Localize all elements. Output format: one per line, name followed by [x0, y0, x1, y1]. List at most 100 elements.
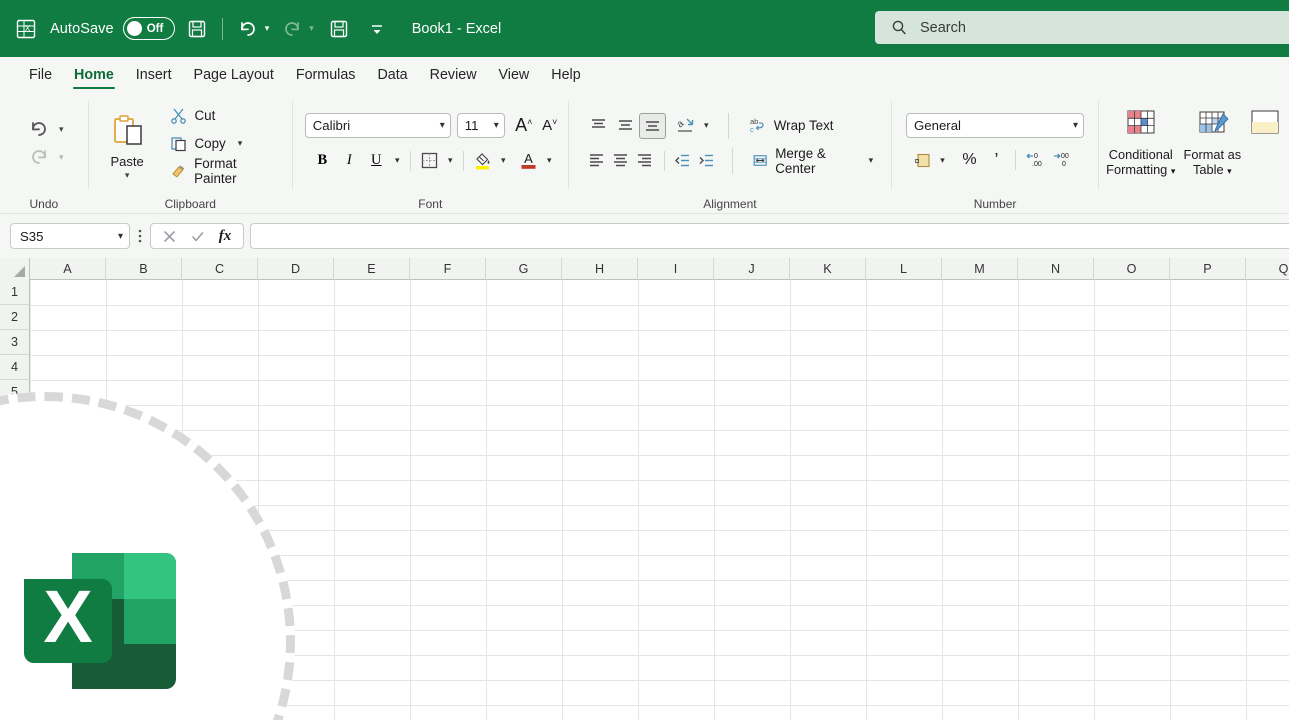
increase-indent-button[interactable] — [694, 148, 718, 174]
formula-bar-options-button[interactable] — [130, 228, 150, 244]
row-header-4[interactable]: 4 — [0, 355, 30, 380]
row-header-2[interactable]: 2 — [0, 305, 30, 330]
merge-center-button[interactable]: Merge & Center ▾ — [746, 148, 879, 174]
column-header-b[interactable]: B — [106, 258, 182, 280]
conditional-formatting-button[interactable]: Conditional Formatting ▾ — [1105, 103, 1177, 179]
tab-home[interactable]: Home — [63, 60, 125, 90]
autosave-toggle[interactable]: Off — [123, 17, 175, 40]
enter-formula-button[interactable] — [183, 224, 211, 248]
column-header-m[interactable]: M — [942, 258, 1018, 280]
ribbon-undo-button[interactable]: ▾ — [28, 118, 64, 140]
name-box[interactable]: S35 ▾ — [10, 223, 130, 249]
column-header-i[interactable]: I — [638, 258, 714, 280]
cut-button[interactable]: Cut — [165, 103, 285, 128]
tab-page-layout[interactable]: Page Layout — [183, 60, 285, 90]
percent-style-button[interactable]: % — [956, 147, 983, 173]
wrap-text-button[interactable]: ab c Wrap Text — [742, 113, 840, 139]
column-header-o[interactable]: O — [1094, 258, 1170, 280]
cancel-formula-button[interactable] — [155, 224, 183, 248]
column-header-g[interactable]: G — [486, 258, 562, 280]
align-right-button[interactable] — [632, 148, 656, 174]
column-header-c[interactable]: C — [182, 258, 258, 280]
column-header-k[interactable]: K — [790, 258, 866, 280]
increase-font-size-button[interactable]: A ˄ — [511, 113, 537, 139]
cell-styles-button[interactable] — [1248, 103, 1283, 143]
decrease-indent-button[interactable] — [670, 148, 694, 174]
conditional-formatting-dropdown-caret[interactable]: ▾ — [1171, 166, 1176, 176]
insert-function-button[interactable]: fx — [211, 224, 239, 248]
format-as-table-button[interactable]: Format as Table ▾ — [1177, 103, 1249, 179]
paste-button[interactable]: Paste ▾ — [95, 108, 160, 179]
tab-view[interactable]: View — [488, 60, 541, 90]
orientation-dropdown-caret[interactable]: ▾ — [699, 120, 714, 131]
redo-button[interactable]: ▾ — [277, 14, 314, 44]
font-color-button[interactable]: A — [515, 148, 542, 174]
customize-qat-button[interactable] — [362, 14, 392, 44]
undo-button[interactable]: ▾ — [233, 14, 270, 44]
undo-caret-icon[interactable]: ▾ — [59, 124, 64, 135]
tab-review[interactable]: Review — [419, 60, 488, 90]
orientation-button[interactable]: a — [672, 113, 699, 139]
formula-input[interactable] — [250, 223, 1289, 249]
increase-decimal-button[interactable]: 0 .00 — [1021, 147, 1048, 173]
save-button[interactable] — [182, 14, 212, 44]
font-size-select[interactable]: 11 ▾ — [457, 113, 505, 138]
column-header-f[interactable]: F — [410, 258, 486, 280]
decrease-decimal-button[interactable]: 00 0 — [1048, 147, 1075, 173]
bold-button[interactable]: B — [309, 148, 336, 174]
align-bottom-button[interactable] — [639, 113, 666, 139]
accounting-format-button[interactable]: ¤ — [908, 147, 935, 173]
column-header-a[interactable]: A — [30, 258, 106, 280]
column-header-q[interactable]: Q — [1246, 258, 1289, 280]
copy-dropdown-caret[interactable]: ▾ — [238, 138, 243, 149]
tab-data[interactable]: Data — [366, 60, 418, 90]
align-left-button[interactable] — [585, 148, 609, 174]
decrease-font-size-button[interactable]: A ˅ — [537, 113, 563, 139]
redo-icon[interactable] — [277, 14, 307, 44]
row-header-7[interactable]: 7 — [0, 430, 30, 455]
tab-insert[interactable]: Insert — [125, 60, 183, 90]
row-header-6[interactable]: 6 — [0, 405, 30, 430]
column-header-l[interactable]: L — [866, 258, 942, 280]
tab-formulas[interactable]: Formulas — [285, 60, 367, 90]
redo-caret-icon[interactable]: ▾ — [59, 152, 64, 163]
save-as-button[interactable] — [324, 14, 354, 44]
undo-dropdown-caret[interactable]: ▾ — [265, 24, 270, 33]
row-header-1[interactable]: 1 — [0, 280, 30, 305]
row-header-5[interactable]: 5 — [0, 380, 30, 405]
search-input[interactable]: Search — [875, 11, 1289, 44]
underline-button[interactable]: U — [363, 148, 390, 174]
align-center-button[interactable] — [609, 148, 633, 174]
column-header-n[interactable]: N — [1018, 258, 1094, 280]
number-format-select[interactable]: General ▾ — [906, 113, 1084, 138]
fill-color-button[interactable] — [469, 148, 496, 174]
fill-color-dropdown-caret[interactable]: ▾ — [496, 155, 511, 166]
underline-dropdown-caret[interactable]: ▾ — [390, 155, 405, 166]
row-header-3[interactable]: 3 — [0, 330, 30, 355]
tab-file[interactable]: File — [18, 60, 63, 90]
ribbon-redo-button[interactable]: ▾ — [28, 146, 64, 168]
column-header-j[interactable]: J — [714, 258, 790, 280]
format-as-table-dropdown-caret[interactable]: ▾ — [1227, 166, 1232, 176]
borders-button[interactable] — [416, 148, 443, 174]
paste-dropdown-caret[interactable]: ▾ — [125, 171, 130, 179]
font-color-dropdown-caret[interactable]: ▾ — [542, 155, 557, 166]
column-header-e[interactable]: E — [334, 258, 410, 280]
accounting-dropdown-caret[interactable]: ▾ — [935, 155, 950, 166]
font-family-select[interactable]: Calibri ▾ — [305, 113, 451, 138]
italic-button[interactable]: I — [336, 148, 363, 174]
tab-help[interactable]: Help — [540, 60, 591, 90]
column-header-d[interactable]: D — [258, 258, 334, 280]
column-header-p[interactable]: P — [1170, 258, 1246, 280]
select-all-button[interactable] — [0, 258, 30, 280]
align-top-button[interactable] — [585, 113, 612, 139]
copy-button[interactable]: Copy ▾ — [165, 131, 285, 156]
merge-center-dropdown-caret[interactable]: ▾ — [869, 155, 874, 166]
undo-icon[interactable] — [233, 14, 263, 44]
redo-dropdown-caret[interactable]: ▾ — [309, 24, 314, 33]
format-painter-button[interactable]: Format Painter — [165, 159, 285, 184]
borders-dropdown-caret[interactable]: ▾ — [443, 155, 458, 166]
column-header-h[interactable]: H — [562, 258, 638, 280]
align-middle-button[interactable] — [612, 113, 639, 139]
comma-style-button[interactable]: ’ — [983, 147, 1010, 173]
